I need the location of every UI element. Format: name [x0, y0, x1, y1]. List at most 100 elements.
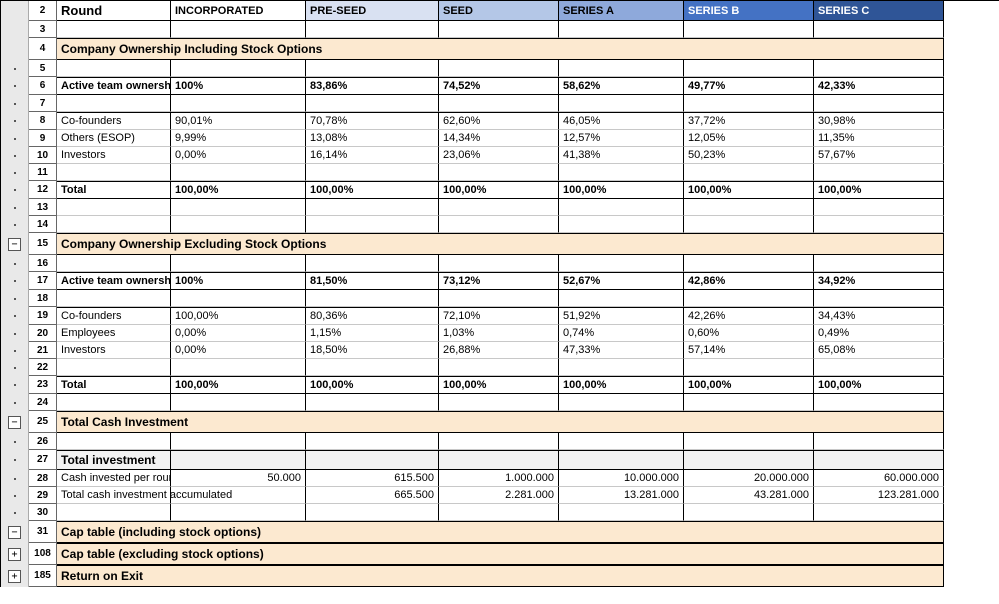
row-header[interactable]: 22: [29, 359, 57, 376]
row-header[interactable]: 14: [29, 216, 57, 233]
empty-cell: [814, 60, 944, 77]
outline-gutter: [1, 394, 29, 411]
empty-cell: [684, 199, 814, 216]
spreadsheet-grid: 2 Round INCORPORATED PRE-SEED SEED SERIE…: [0, 0, 999, 587]
row-header[interactable]: 15: [29, 233, 57, 255]
row-header[interactable]: 21: [29, 342, 57, 359]
empty-cell: [684, 290, 814, 307]
value-cell: 18,50%: [306, 342, 439, 359]
empty-cell: [559, 450, 684, 470]
empty-cell: [57, 504, 171, 521]
row-header[interactable]: 10: [29, 147, 57, 164]
outline-collapse[interactable]: −: [1, 233, 29, 255]
outline-gutter: [1, 1, 29, 21]
row-header[interactable]: 30: [29, 504, 57, 521]
row-header[interactable]: 29: [29, 487, 57, 504]
empty-cell: [306, 450, 439, 470]
outline-expand[interactable]: +: [1, 565, 29, 587]
empty-cell: [684, 60, 814, 77]
row-header[interactable]: 26: [29, 433, 57, 450]
empty-cell: [439, 21, 559, 38]
value-cell: 43.281.000: [684, 487, 814, 504]
section-return-on-exit: Return on Exit: [57, 565, 944, 587]
section-cap-table-excl: Cap table (excluding stock options): [57, 543, 944, 565]
empty-cell: [306, 164, 439, 181]
empty-cell: [559, 290, 684, 307]
outline-expand[interactable]: +: [1, 543, 29, 565]
row-header[interactable]: 2: [29, 1, 57, 21]
value-cell: 50,23%: [684, 147, 814, 164]
empty-cell: [814, 255, 944, 272]
value-cell: 615.500: [306, 470, 439, 487]
outline-collapse[interactable]: −: [1, 411, 29, 433]
empty-cell: [559, 60, 684, 77]
empty-cell: [559, 433, 684, 450]
row-header[interactable]: 28: [29, 470, 57, 487]
value-cell: 10.000.000: [559, 470, 684, 487]
row-header[interactable]: 7: [29, 95, 57, 112]
section-total-cash: Total Cash Investment: [57, 411, 944, 433]
value-cell: 46,05%: [559, 112, 684, 130]
value-cell: 100,00%: [171, 181, 306, 199]
empty-cell: [306, 433, 439, 450]
outline-gutter: [1, 130, 29, 147]
row-header[interactable]: 17: [29, 272, 57, 290]
label-investors: Investors: [57, 147, 171, 164]
empty-cell: [684, 433, 814, 450]
row-header[interactable]: 11: [29, 164, 57, 181]
value-cell: 34,92%: [814, 272, 944, 290]
row-header[interactable]: 24: [29, 394, 57, 411]
empty-cell: [814, 504, 944, 521]
row-header[interactable]: 6: [29, 77, 57, 95]
empty-cell: [306, 359, 439, 376]
row-header[interactable]: 8: [29, 112, 57, 130]
minus-icon: −: [8, 238, 21, 251]
value-cell: 100,00%: [306, 181, 439, 199]
empty-cell: [171, 199, 306, 216]
empty-cell: [306, 199, 439, 216]
row-header[interactable]: 27: [29, 450, 57, 470]
row-header[interactable]: 9: [29, 130, 57, 147]
outline-gutter: [1, 77, 29, 95]
row-header[interactable]: 13: [29, 199, 57, 216]
value-cell: 9,99%: [171, 130, 306, 147]
value-cell: 42,26%: [684, 307, 814, 325]
outline-collapse[interactable]: −: [1, 521, 29, 543]
empty-cell: [814, 199, 944, 216]
row-header[interactable]: 12: [29, 181, 57, 199]
col-seriesc: SERIES C: [814, 1, 944, 21]
row-header[interactable]: 20: [29, 325, 57, 342]
row-header[interactable]: 23: [29, 376, 57, 394]
empty-cell: [439, 394, 559, 411]
empty-cell: [684, 359, 814, 376]
empty-cell: [439, 450, 559, 470]
label-total-investment: Total investment: [57, 450, 171, 470]
row-header[interactable]: 18: [29, 290, 57, 307]
value-cell: 0,00%: [171, 325, 306, 342]
label-cofounders: Co-founders: [57, 307, 171, 325]
value-cell: 20.000.000: [684, 470, 814, 487]
empty-cell: [559, 164, 684, 181]
row-header[interactable]: 4: [29, 38, 57, 60]
row-header[interactable]: 3: [29, 21, 57, 38]
row-header[interactable]: 5: [29, 60, 57, 77]
label-employees: Employees: [57, 325, 171, 342]
row-header[interactable]: 16: [29, 255, 57, 272]
col-incorporated: INCORPORATED: [171, 1, 306, 21]
row-header[interactable]: 108: [29, 543, 57, 565]
outline-gutter: [1, 487, 29, 504]
row-header[interactable]: 185: [29, 565, 57, 587]
empty-cell: [439, 504, 559, 521]
row-header[interactable]: 31: [29, 521, 57, 543]
row-header[interactable]: 25: [29, 411, 57, 433]
empty-cell: [684, 21, 814, 38]
empty-cell: [306, 95, 439, 112]
label-cofounders: Co-founders: [57, 112, 171, 130]
empty-cell: [559, 199, 684, 216]
col-seriesb: SERIES B: [684, 1, 814, 21]
empty-cell: [171, 504, 306, 521]
outline-gutter: [1, 181, 29, 199]
row-header[interactable]: 19: [29, 307, 57, 325]
empty-cell: [57, 95, 171, 112]
empty-cell: [57, 60, 171, 77]
